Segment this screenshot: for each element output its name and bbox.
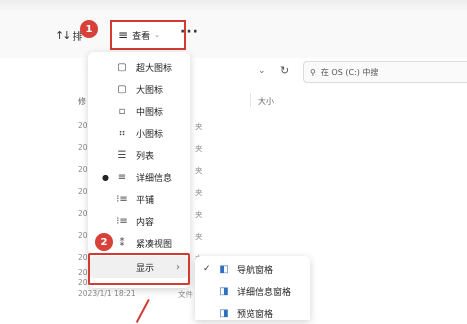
monitor-icon: ▢ — [117, 83, 127, 95]
menu-item-label: 内容 — [136, 217, 155, 228]
details-pane-icon: ◨ — [219, 285, 229, 297]
content-icon: ⁝≡ — [116, 215, 128, 227]
menu-item-label: 中图标 — [136, 107, 164, 118]
address-dropdown-icon[interactable]: ⌄ — [258, 66, 266, 76]
submenu-item-navigation-pane[interactable]: ✓ ◧ 导航窗格 — [195, 258, 310, 280]
menu-item-label: 大图标 — [136, 85, 164, 96]
menu-item-label: 超大图标 — [136, 63, 173, 74]
menu-item-large-icons[interactable]: ▢ 大图标 — [88, 78, 190, 100]
details-icon: ≡ — [117, 171, 127, 183]
title-bar — [0, 0, 467, 10]
menu-item-details[interactable]: ● ≡ 详细信息 — [88, 166, 190, 188]
submenu-item-label: 详细信息窗格 — [237, 287, 292, 298]
search-icon: ⚲ — [310, 67, 316, 77]
menu-item-label: 列表 — [136, 151, 155, 162]
chevron-down-icon: ⌄ — [154, 31, 160, 39]
column-header-date[interactable]: 修 — [78, 96, 86, 107]
refresh-icon[interactable]: ↻ — [280, 64, 289, 77]
monitor-small-icon: ▫ — [118, 105, 126, 117]
menu-item-small-icons[interactable]: ⠶ 小图标 — [88, 122, 190, 144]
small-icons-icon: ⠶ — [118, 127, 126, 139]
row-type: 夹 — [195, 210, 203, 219]
submenu-item-preview-pane[interactable]: ◨ 预览窗格 — [195, 302, 310, 324]
menu-item-label: 紧凑视图 — [136, 239, 173, 250]
column-header-size[interactable]: 大小 — [258, 96, 274, 107]
row-type: 夹 — [195, 144, 203, 153]
step-badge-2: 2 — [95, 233, 113, 251]
menu-item-label: 显示 — [136, 263, 155, 274]
tiles-icon: ⁝≡ — [116, 193, 128, 205]
nav-pane-icon: ◧ — [219, 263, 229, 275]
column-divider — [250, 93, 251, 107]
menu-item-tiles[interactable]: ⁝≡ 平铺 — [88, 188, 190, 210]
row-date-full: 2023/1/1 18:21 — [78, 289, 136, 298]
annotation-arrow — [135, 299, 150, 323]
menu-item-show[interactable]: 显示 › — [90, 256, 188, 278]
menu-item-label: 小图标 — [136, 129, 164, 140]
menu-item-label: 平铺 — [136, 195, 155, 206]
menu-item-extra-large-icons[interactable]: ▢ 超大图标 — [88, 56, 190, 78]
search-placeholder: 在 OS (C:) 中搜 — [320, 67, 379, 77]
preview-pane-icon: ◨ — [219, 307, 229, 319]
row-type: 夹 — [195, 188, 203, 197]
sort-button[interactable]: ↑↓ 排 — [55, 28, 82, 43]
sort-icon: ↑↓ — [55, 29, 72, 42]
more-options-button[interactable]: ··· — [180, 24, 199, 40]
menu-item-medium-icons[interactable]: ▫ 中图标 — [88, 100, 190, 122]
check-icon: ✓ — [203, 264, 211, 274]
view-menu-icon: ≡ — [118, 28, 129, 42]
compact-icon: ⁑ — [119, 237, 125, 249]
view-button-label: 查看 — [132, 31, 151, 42]
search-input[interactable]: ⚲ 在 OS (C:) 中搜 — [303, 61, 467, 83]
monitor-icon: ▢ — [117, 61, 127, 73]
row-type: 夹 — [195, 232, 203, 241]
row-type-full: 文件 — [178, 290, 193, 299]
chevron-right-icon: › — [176, 261, 180, 273]
view-dropdown-menu: ▢ 超大图标 ▢ 大图标 ▫ 中图标 ⠶ 小图标 ☰ 列表 ● ≡ 详细信息 ⁝… — [88, 52, 190, 288]
menu-item-list[interactable]: ☰ 列表 — [88, 144, 190, 166]
selected-dot-icon: ● — [102, 172, 109, 182]
menu-item-content[interactable]: ⁝≡ 内容 — [88, 210, 190, 232]
row-type: 夹 — [195, 122, 203, 131]
menu-item-label: 详细信息 — [136, 173, 173, 184]
submenu-item-label: 预览窗格 — [237, 309, 274, 320]
view-button[interactable]: ≡ 查看 ⌄ — [110, 20, 186, 50]
list-icon: ☰ — [117, 149, 127, 161]
step-badge-1: 1 — [80, 20, 98, 38]
show-submenu: ✓ ◧ 导航窗格 ◨ 详细信息窗格 ◨ 预览窗格 — [195, 256, 310, 320]
submenu-item-label: 导航窗格 — [237, 265, 274, 276]
row-type: 夹 — [195, 166, 203, 175]
submenu-item-details-pane[interactable]: ◨ 详细信息窗格 — [195, 280, 310, 302]
